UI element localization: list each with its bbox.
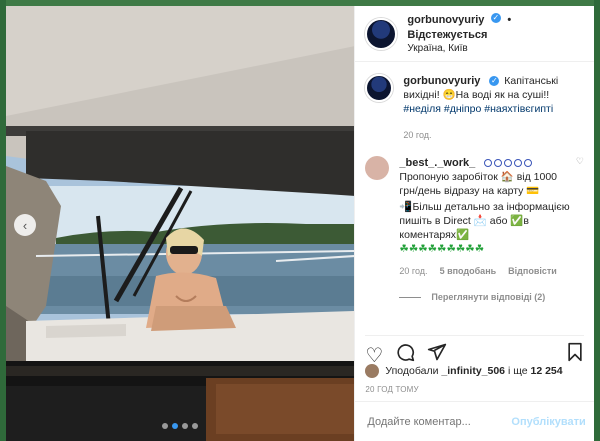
author-username[interactable]: gorbunovyuriy — [407, 14, 484, 26]
carousel-dot — [192, 423, 199, 429]
view-replies-label: Переглянути відповіді (2) — [431, 292, 546, 302]
likes-prefix: Уподобали — [385, 365, 439, 377]
comments-section: gorbunovyuriy ✓ Капітанські вихідні! 😁На… — [355, 62, 594, 311]
carousel-dot-active — [172, 423, 179, 429]
caption-time: 20 год. — [403, 130, 432, 140]
comment-likes[interactable]: 5 вподобань — [440, 264, 497, 278]
chevron-left-icon: ‹ — [22, 217, 28, 233]
likes-suffix: і ще — [507, 365, 528, 377]
heart-icon[interactable]: ♡ — [572, 156, 584, 278]
view-replies-button[interactable]: Переглянути відповіді (2) — [399, 292, 584, 302]
likes-summary: Уподобали _infinity_506 і ще 12 254 — [365, 364, 563, 378]
comment-text-line2: 📲Більш детально за інформацією пишіть в … — [399, 201, 570, 241]
post-modal: ‹ gorbunovyuriy ✓ • Відстежується Україн… — [6, 6, 594, 441]
comment-input[interactable] — [365, 414, 512, 429]
carousel-dots — [6, 423, 354, 429]
commenter-username[interactable]: _best_._work_ — [399, 157, 475, 169]
previous-photo-button[interactable]: ‹ — [14, 214, 36, 236]
ring-icon — [484, 159, 493, 168]
post-photo[interactable]: ‹ — [6, 6, 355, 441]
commenter-avatar[interactable] — [365, 156, 390, 180]
replies-divider — [399, 296, 422, 298]
post-header: gorbunovyuriy ✓ • Відстежується Україна,… — [355, 6, 594, 62]
comment-time: 20 год. — [399, 266, 428, 276]
background-right — [594, 0, 600, 441]
comment-meta: 20 год. 5 вподобань Відповісти — [399, 264, 572, 278]
hashtag-link[interactable]: #наяхтівєгипті — [484, 103, 553, 115]
ring-icon — [514, 159, 523, 168]
caption-username[interactable]: gorbunovyuriy — [403, 75, 480, 87]
ring-icon — [494, 159, 503, 168]
author-avatar[interactable] — [365, 17, 398, 50]
verified-icon: ✓ — [489, 76, 500, 87]
header-separator: • — [507, 13, 512, 26]
ring-icon — [504, 159, 513, 168]
likes-count[interactable]: 12 254 — [531, 365, 563, 377]
comment-item: _best_._work_ Пропоную заробіток 🏠 від 1… — [365, 156, 584, 278]
caption-avatar[interactable] — [365, 74, 394, 102]
follow-status-button[interactable]: Відстежується — [407, 29, 487, 41]
post-time: 20 год тому — [365, 385, 419, 394]
publish-button[interactable]: Опублікувати — [511, 416, 585, 428]
reply-button[interactable]: Відповісти — [508, 264, 557, 278]
post-location[interactable]: Україна, Київ — [407, 42, 584, 56]
bookmark-icon[interactable] — [566, 342, 584, 368]
comment-text-line3: ☘☘☘☘☘☘☘☘☘ — [399, 243, 485, 255]
hashtag-link[interactable]: #дніпро — [444, 103, 481, 115]
carousel-dot — [182, 423, 189, 429]
ring-icon — [524, 159, 533, 168]
add-comment-bar: Опублікувати — [355, 401, 594, 441]
caption: gorbunovyuriy ✓ Капітанські вихідні! 😁На… — [365, 74, 584, 142]
comment-text-line1: Пропоную заробіток 🏠 від 1000 грн/день в… — [399, 171, 558, 197]
hashtag-link[interactable]: #неділя — [403, 103, 441, 115]
verified-icon: ✓ — [490, 13, 501, 24]
liker-avatar[interactable] — [365, 364, 380, 378]
liker-username[interactable]: _infinity_506 — [441, 365, 505, 377]
post-side-panel: gorbunovyuriy ✓ • Відстежується Україна,… — [354, 6, 594, 441]
photo-illustration — [6, 6, 355, 441]
carousel-dot — [162, 423, 169, 429]
